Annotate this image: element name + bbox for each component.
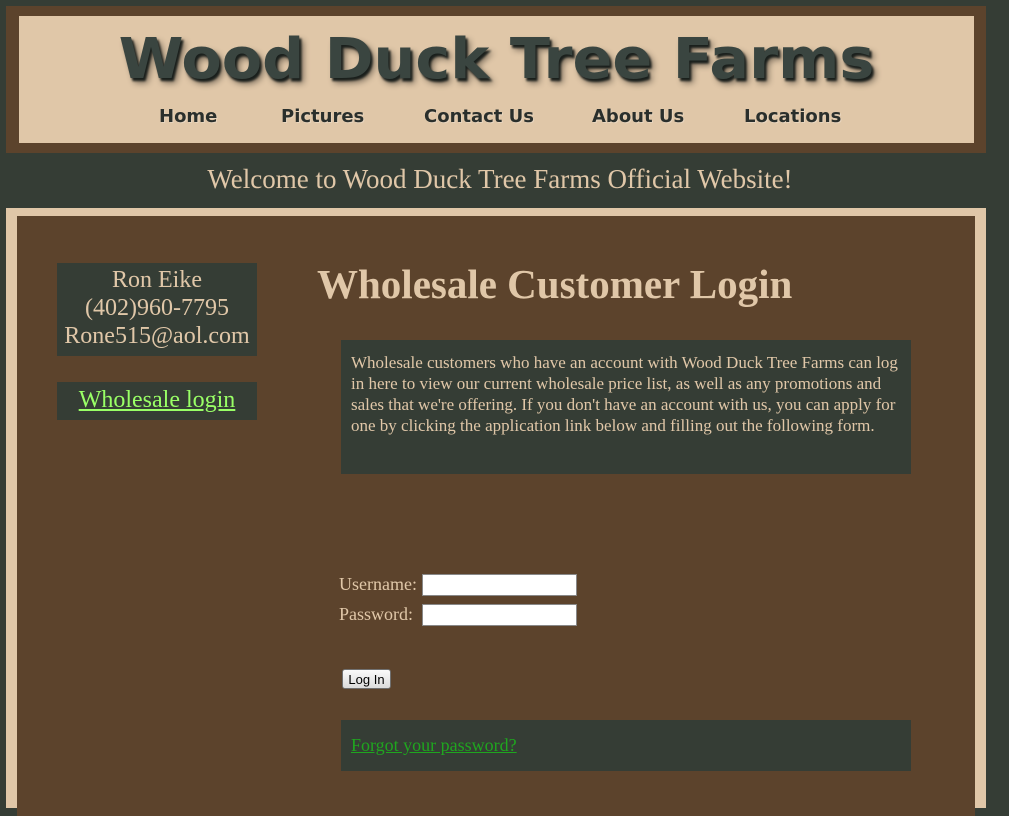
username-label: Username: [339, 574, 417, 594]
nav-about-us[interactable]: About Us [592, 106, 684, 130]
site-logo: Wood Duck Tree Farms [118, 27, 875, 92]
header-banner: Wood Duck Tree Farms Home Pictures Conta… [6, 6, 986, 153]
contact-name: Ron Eike [112, 267, 202, 293]
contact-phone: (402)960-7795 [85, 295, 229, 321]
contact-email: Rone515@aol.com [64, 323, 250, 349]
content-area: Ron Eike (402)960-7795 Rone515@aol.com W… [17, 216, 975, 816]
forgot-password-link[interactable]: Forgot your password? [351, 735, 517, 756]
login-button[interactable]: Log In [342, 669, 391, 689]
header-inner: Wood Duck Tree Farms Home Pictures Conta… [19, 16, 974, 143]
welcome-heading: Welcome to Wood Duck Tree Farms Official… [207, 164, 793, 194]
nav-locations[interactable]: Locations [744, 106, 841, 130]
forgot-password-box: Forgot your password? [341, 720, 911, 771]
nav-home[interactable]: Home [159, 106, 217, 130]
password-label: Password: [339, 604, 414, 624]
username-input[interactable] [422, 574, 577, 596]
password-input[interactable] [422, 604, 577, 626]
wholesale-login-link[interactable]: Wholesale login [79, 387, 236, 413]
page-title: Wholesale Customer Login [317, 261, 793, 307]
info-box: Wholesale customers who have an account … [341, 340, 911, 474]
content-frame: Ron Eike (402)960-7795 Rone515@aol.com W… [6, 208, 986, 816]
wholesale-login-box: Wholesale login [57, 382, 257, 420]
nav-pictures[interactable]: Pictures [281, 106, 364, 130]
contact-box: Ron Eike (402)960-7795 Rone515@aol.com [57, 263, 257, 356]
nav-contact-us[interactable]: Contact Us [424, 106, 534, 130]
